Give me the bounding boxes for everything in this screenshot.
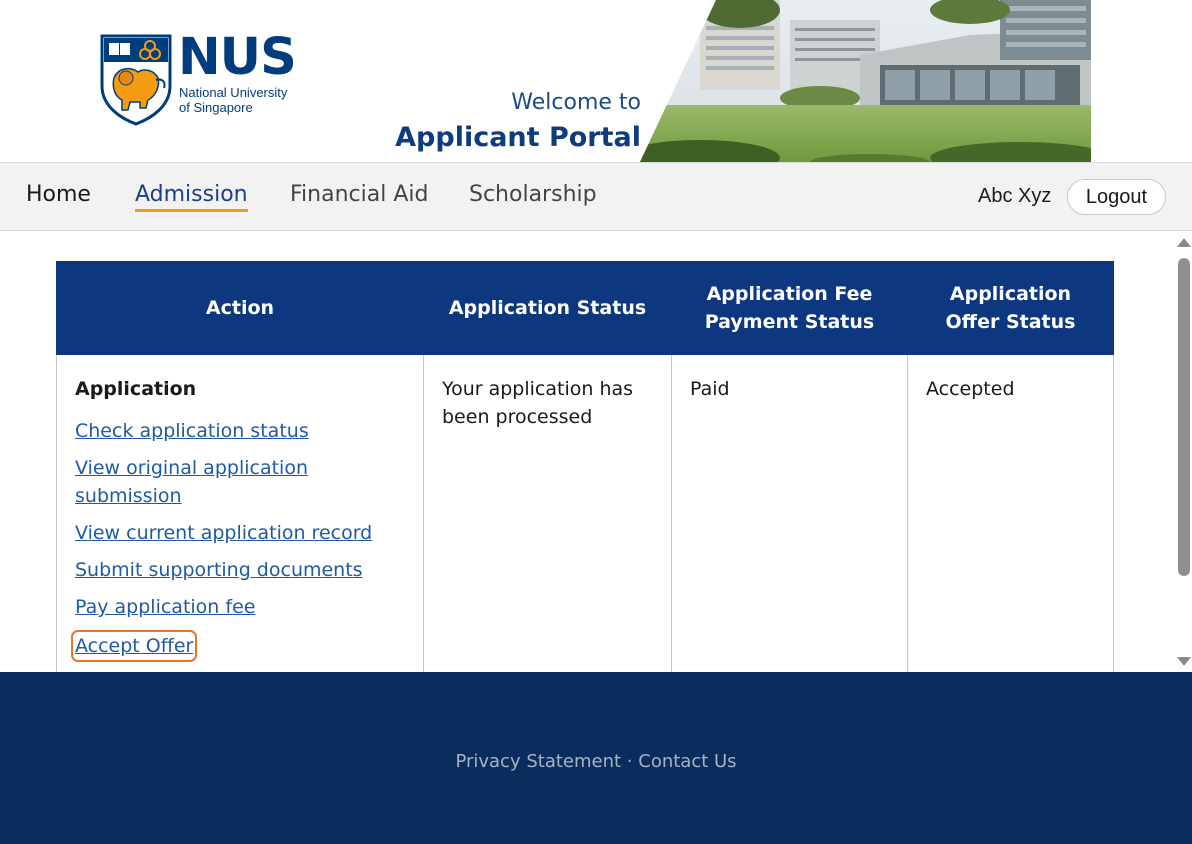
campus-banner-image xyxy=(640,0,1091,162)
nus-crest-icon xyxy=(100,34,172,126)
application-status-cell: Your application has been processed xyxy=(423,354,672,672)
pay-application-fee-link[interactable]: Pay application fee xyxy=(75,593,405,621)
application-section-title: Application xyxy=(75,378,197,400)
offer-status-cell: Accepted xyxy=(907,354,1114,672)
header-application-status: Application Status xyxy=(423,261,672,355)
scroll-down-arrow-icon[interactable] xyxy=(1177,657,1191,666)
nav-item-scholarship[interactable]: Scholarship xyxy=(469,182,597,207)
submit-supporting-documents-link[interactable]: Submit supporting documents xyxy=(75,556,405,584)
header-action: Action xyxy=(56,261,424,355)
footer-separator: · xyxy=(626,751,639,772)
page-header: NUS National University of Singapore Wel… xyxy=(0,0,1192,162)
logout-button[interactable]: Logout xyxy=(1067,179,1166,215)
main-content: Action Application Status Application Fe… xyxy=(0,231,1192,672)
table-header-row: Action Application Status Application Fe… xyxy=(56,261,1114,355)
table-row: Application Check application status Vie… xyxy=(56,354,1114,672)
header-fee-payment-status: Application Fee Payment Status xyxy=(671,261,908,355)
welcome-text: Welcome to xyxy=(511,90,641,115)
nus-logo[interactable]: NUS National University of Singapore xyxy=(100,28,300,126)
footer-links: Privacy Statement · Contact Us xyxy=(0,751,1192,772)
check-application-status-link[interactable]: Check application status xyxy=(75,417,405,445)
application-status-table: Action Application Status Application Fe… xyxy=(56,261,1114,672)
nav-item-financial-aid[interactable]: Financial Aid xyxy=(290,182,428,207)
view-current-application-record-link[interactable]: View current application record xyxy=(75,519,405,547)
portal-title: Applicant Portal xyxy=(395,122,641,153)
nav-item-home[interactable]: Home xyxy=(26,182,91,207)
view-original-application-link[interactable]: View original application submission xyxy=(75,454,405,510)
fee-status-cell: Paid xyxy=(671,354,908,672)
logo-wordmark: NUS xyxy=(178,28,297,87)
page-footer: Privacy Statement · Contact Us xyxy=(0,672,1192,844)
scrollbar-thumb[interactable] xyxy=(1178,258,1190,576)
logo-subtitle-line2: of Singapore xyxy=(179,100,253,115)
scroll-up-arrow-icon[interactable] xyxy=(1177,238,1191,247)
accept-offer-link[interactable]: Accept Offer xyxy=(71,630,198,662)
action-cell: Application Check application status Vie… xyxy=(56,354,424,672)
header-offer-status: Application Offer Status xyxy=(907,261,1114,355)
logo-subtitle: National University of Singapore xyxy=(179,85,287,115)
nav-item-admission[interactable]: Admission xyxy=(135,182,248,212)
privacy-statement-link[interactable]: Privacy Statement xyxy=(455,751,621,772)
contact-us-link[interactable]: Contact Us xyxy=(638,751,736,772)
logo-subtitle-line1: National University xyxy=(179,85,288,100)
main-nav: Home Admission Financial Aid Scholarship… xyxy=(0,162,1192,231)
user-name: Abc Xyz xyxy=(978,185,1052,207)
